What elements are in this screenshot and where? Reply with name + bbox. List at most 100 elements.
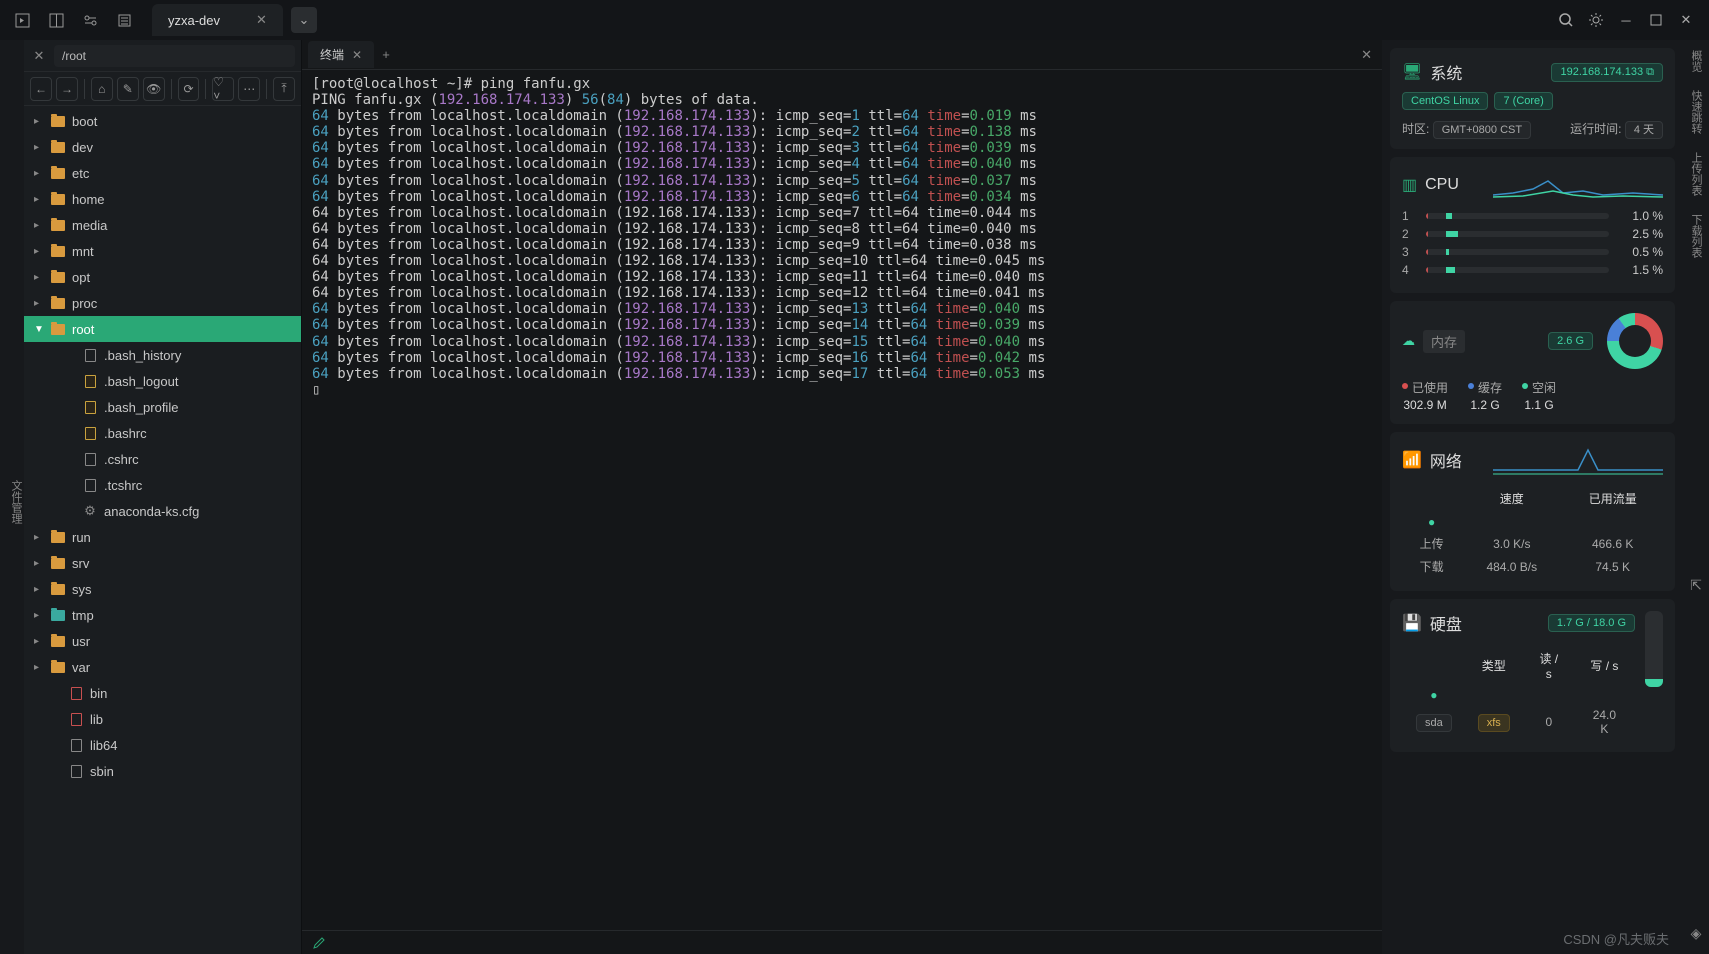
panel-icon[interactable] bbox=[8, 6, 36, 34]
folder-row[interactable]: ▸etc bbox=[24, 160, 301, 186]
folder-row[interactable]: ▸run bbox=[24, 524, 301, 550]
folder-row[interactable]: ▼root bbox=[24, 316, 301, 342]
cpu-core-row: 22.5 % bbox=[1402, 227, 1663, 241]
file-row[interactable]: sbin bbox=[24, 758, 301, 784]
disk-table: 类型读 / s写 / s ● sdaxfs024.0 K bbox=[1402, 645, 1635, 740]
folder-row[interactable]: ▸dev bbox=[24, 134, 301, 160]
gear-icon[interactable] bbox=[1581, 5, 1611, 35]
file-explorer: ✕ /root ← → ⌂ ✎ 👁 ⟳ ♡ ˅ ⋯ ⤒ ▸boot▸dev▸et… bbox=[24, 40, 302, 954]
memory-total-badge: 2.6 G bbox=[1548, 332, 1593, 350]
file-toolbar: ← → ⌂ ✎ 👁 ⟳ ♡ ˅ ⋯ ⤒ bbox=[24, 72, 301, 106]
folder-row[interactable]: ▸media bbox=[24, 212, 301, 238]
title-bar: yzxa-dev ✕ ⌄ ─ ✕ bbox=[0, 0, 1709, 40]
terminal-output[interactable]: [root@localhost ~]# ping fanfu.gx PING f… bbox=[302, 70, 1382, 930]
session-tab-title: yzxa-dev bbox=[168, 13, 220, 28]
help-icon[interactable]: ◈ bbox=[1691, 925, 1702, 942]
file-row[interactable]: .cshrc bbox=[24, 446, 301, 472]
add-terminal-tab[interactable]: + bbox=[374, 47, 398, 62]
cpu-card: ▥ CPU 11.0 %22.5 %30.5 %41.5 % bbox=[1390, 157, 1675, 293]
os-badge-2: 7 (Core) bbox=[1494, 92, 1552, 110]
close-window-icon[interactable]: ✕ bbox=[1671, 5, 1701, 35]
pen-icon[interactable] bbox=[312, 936, 326, 950]
rightrail-item[interactable]: 上传列表 bbox=[1688, 152, 1704, 196]
file-row[interactable]: lib64 bbox=[24, 732, 301, 758]
terminal-tab-label: 终端 bbox=[320, 46, 344, 63]
split-icon[interactable] bbox=[42, 6, 70, 34]
folder-row[interactable]: ▸home bbox=[24, 186, 301, 212]
disk-bar bbox=[1645, 611, 1663, 687]
system-card: 🖥 系统 192.168.174.133 ⧉ CentOS Linux 7 (C… bbox=[1390, 48, 1675, 149]
bookmark-button[interactable]: ♡ ˅ bbox=[212, 77, 234, 101]
folder-row[interactable]: ▸usr bbox=[24, 628, 301, 654]
right-activity-bar: 概览 快速跳转 上传列表 下载列表 ⇱ ◈ bbox=[1683, 40, 1709, 954]
folder-row[interactable]: ▸opt bbox=[24, 264, 301, 290]
network-title: 网络 bbox=[1430, 448, 1462, 472]
file-row[interactable]: .bash_history bbox=[24, 342, 301, 368]
disk-card: 💾 硬盘 1.7 G / 18.0 G 类型读 / s写 / s ● sdaxf… bbox=[1390, 599, 1675, 752]
network-card: 📶 网络 速度已用流量 ● 上传3.0 K/s466.6 K 下载484.0 B… bbox=[1390, 432, 1675, 591]
folder-row[interactable]: ▸boot bbox=[24, 108, 301, 134]
forward-button[interactable]: → bbox=[56, 77, 78, 101]
wifi-icon: 📶 bbox=[1402, 450, 1422, 470]
close-terminal-tab-icon[interactable]: ✕ bbox=[352, 48, 362, 62]
terminal-panel: 终端 ✕ + ✕ [root@localhost ~]# ping fanfu.… bbox=[302, 40, 1382, 954]
close-terminal-panel[interactable]: ✕ bbox=[1357, 43, 1376, 67]
cpu-core-row: 30.5 % bbox=[1402, 245, 1663, 259]
memory-title: 内存 bbox=[1423, 330, 1465, 353]
view-button[interactable]: 👁 bbox=[143, 77, 165, 101]
disk-title: 硬盘 bbox=[1430, 611, 1462, 635]
path-input[interactable]: /root bbox=[54, 45, 295, 67]
folder-row[interactable]: ▸srv bbox=[24, 550, 301, 576]
memory-stat: 空闲1.1 G bbox=[1522, 379, 1556, 412]
folder-row[interactable]: ▸mnt bbox=[24, 238, 301, 264]
file-row[interactable]: .bash_logout bbox=[24, 368, 301, 394]
file-row[interactable]: .bashrc bbox=[24, 420, 301, 446]
disk-icon: 💾 bbox=[1402, 613, 1422, 633]
folder-row[interactable]: ▸sys bbox=[24, 576, 301, 602]
folder-row[interactable]: ▸proc bbox=[24, 290, 301, 316]
settings-toggle-icon[interactable] bbox=[76, 6, 104, 34]
file-row[interactable]: ⚙anaconda-ks.cfg bbox=[24, 498, 301, 524]
session-tab[interactable]: yzxa-dev ✕ bbox=[152, 4, 283, 36]
expand-icon[interactable]: ⇱ bbox=[1690, 577, 1702, 594]
cpu-sparkline bbox=[1493, 169, 1663, 201]
file-row[interactable]: lib bbox=[24, 706, 301, 732]
network-sparkline bbox=[1493, 444, 1663, 476]
more-button[interactable]: ⋯ bbox=[238, 77, 260, 101]
upload-button[interactable]: ⤒ bbox=[273, 77, 295, 101]
cpu-icon: ▥ bbox=[1402, 175, 1417, 195]
memory-stat: 已使用302.9 M bbox=[1402, 379, 1448, 412]
file-row[interactable]: bin bbox=[24, 680, 301, 706]
ip-badge[interactable]: 192.168.174.133 ⧉ bbox=[1551, 63, 1663, 82]
terminal-footer bbox=[302, 930, 1382, 954]
back-button[interactable]: ← bbox=[30, 77, 52, 101]
rightrail-item[interactable]: 概览 bbox=[1688, 50, 1704, 72]
tab-dropdown[interactable]: ⌄ bbox=[291, 7, 317, 33]
edit-button[interactable]: ✎ bbox=[117, 77, 139, 101]
home-button[interactable]: ⌂ bbox=[91, 77, 113, 101]
left-activity-bar: 文件管理 命令管理 历史命令 bbox=[0, 40, 24, 954]
leftrail-item[interactable]: 文件管理 bbox=[8, 480, 24, 524]
maximize-icon[interactable] bbox=[1641, 5, 1671, 35]
cpu-title: CPU bbox=[1425, 176, 1459, 194]
search-icon[interactable] bbox=[1551, 5, 1581, 35]
folder-row[interactable]: ▸var bbox=[24, 654, 301, 680]
monitor-icon: 🖥 bbox=[1402, 62, 1422, 82]
collapse-panel-icon[interactable]: ✕ bbox=[30, 48, 48, 64]
file-row[interactable]: .bash_profile bbox=[24, 394, 301, 420]
watermark: CSDN @凡夫贩夫 bbox=[1563, 929, 1669, 948]
folder-row[interactable]: ▸tmp bbox=[24, 602, 301, 628]
terminal-tab[interactable]: 终端 ✕ bbox=[308, 41, 374, 68]
file-row[interactable]: .tcshrc bbox=[24, 472, 301, 498]
file-tree: ▸boot▸dev▸etc▸home▸media▸mnt▸opt▸proc▼ro… bbox=[24, 106, 301, 954]
list-icon[interactable] bbox=[110, 6, 138, 34]
cpu-core-row: 41.5 % bbox=[1402, 263, 1663, 277]
disk-usage-badge: 1.7 G / 18.0 G bbox=[1548, 614, 1635, 632]
rightrail-item[interactable]: 下载列表 bbox=[1688, 214, 1704, 258]
memory-donut bbox=[1607, 313, 1663, 369]
close-tab-icon[interactable]: ✕ bbox=[256, 12, 267, 28]
cloud-icon: ☁ bbox=[1402, 333, 1415, 349]
minimize-icon[interactable]: ─ bbox=[1611, 5, 1641, 35]
rightrail-item[interactable]: 快速跳转 bbox=[1688, 90, 1704, 134]
refresh-button[interactable]: ⟳ bbox=[178, 77, 200, 101]
